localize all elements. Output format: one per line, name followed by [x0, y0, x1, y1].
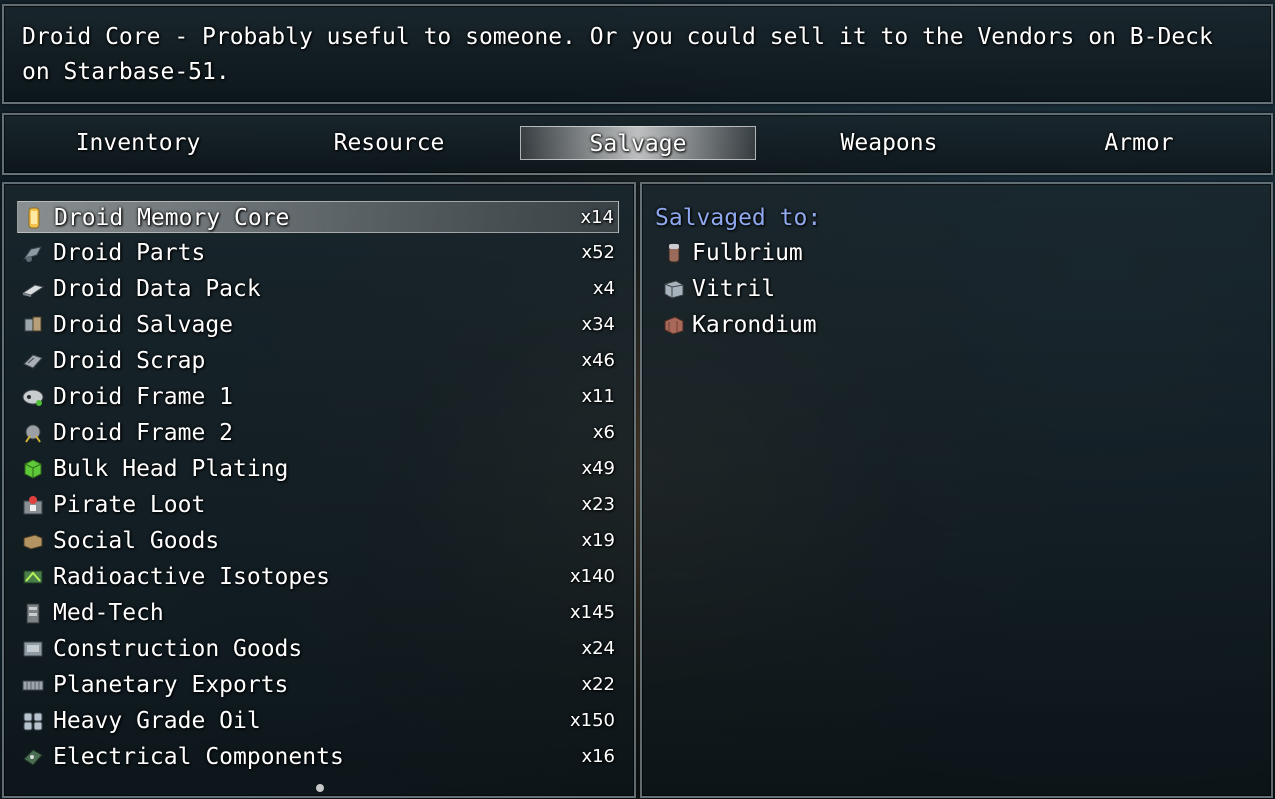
item-quantity: x14 [580, 207, 614, 228]
vitril-icon [661, 276, 687, 302]
item-quantity: x34 [581, 314, 615, 335]
list-item[interactable]: Electrical Components x16 [17, 741, 619, 773]
item-name: Heavy Grade Oil [53, 708, 261, 734]
data-pack-icon [20, 276, 46, 302]
item-name: Droid Frame 2 [53, 420, 234, 446]
droid-frame-2-icon [20, 420, 46, 446]
item-quantity: x4 [592, 278, 615, 299]
item-quantity: x24 [581, 638, 615, 659]
salvaged-to-header: Salvaged to: [655, 205, 822, 231]
tab-resource[interactable]: Resource [271, 126, 507, 160]
pirate-loot-icon [20, 492, 46, 518]
droid-salvage-icon [20, 312, 46, 338]
scroll-indicator[interactable] [316, 784, 324, 792]
med-tech-icon [20, 600, 46, 626]
list-item[interactable]: Bulk Head Plating x49 [17, 453, 619, 485]
list-item[interactable]: Med-Tech x145 [17, 597, 619, 629]
item-quantity: x150 [569, 710, 615, 731]
item-name: Social Goods [53, 528, 220, 554]
item-quantity: x23 [581, 494, 615, 515]
tab-weapons[interactable]: Weapons [771, 126, 1007, 160]
item-quantity: x140 [569, 566, 615, 587]
circuit-board-icon [20, 744, 46, 770]
item-name: Med-Tech [53, 600, 164, 626]
list-item[interactable]: Droid Parts x52 [17, 237, 619, 269]
item-name: Pirate Loot [53, 492, 206, 518]
droid-frame-icon [20, 384, 46, 410]
category-tabs: Inventory Resource Salvage Weapons Armor [2, 113, 1273, 175]
salvage-detail-panel: Salvaged to: Fulbrium Vitril Karondium [640, 182, 1273, 798]
list-item[interactable]: Droid Frame 2 x6 [17, 417, 619, 449]
list-item[interactable]: Social Goods x19 [17, 525, 619, 557]
item-name: Droid Data Pack [53, 276, 261, 302]
container-icon [20, 672, 46, 698]
item-quantity: x145 [569, 602, 615, 623]
item-name: Droid Parts [53, 240, 206, 266]
droid-scrap-icon [20, 348, 46, 374]
item-name: Electrical Components [53, 744, 344, 770]
list-item[interactable]: Heavy Grade Oil x150 [17, 705, 619, 737]
tab-armor[interactable]: Armor [1021, 126, 1257, 160]
canister-icon [661, 240, 687, 266]
item-list[interactable]: Droid Memory Core x14 Droid Parts x52 Dr… [2, 182, 636, 798]
crate-icon [20, 528, 46, 554]
item-quantity: x49 [581, 458, 615, 479]
result-name: Karondium [692, 312, 817, 338]
list-item[interactable]: Planetary Exports x22 [17, 669, 619, 701]
list-item[interactable]: Droid Scrap x46 [17, 345, 619, 377]
green-cube-icon [20, 456, 46, 482]
item-name: Construction Goods [53, 636, 303, 662]
list-item[interactable]: Radioactive Isotopes x140 [17, 561, 619, 593]
list-item[interactable]: Droid Memory Core x14 [17, 201, 619, 233]
item-description: Droid Core - Probably useful to someone.… [22, 24, 1213, 85]
item-name: Droid Salvage [53, 312, 234, 338]
oil-barrels-icon [20, 708, 46, 734]
item-name: Droid Memory Core [54, 205, 290, 231]
item-quantity: x11 [581, 386, 615, 407]
item-name: Droid Scrap [53, 348, 206, 374]
item-name: Bulk Head Plating [53, 456, 289, 482]
tab-inventory[interactable]: Inventory [20, 126, 256, 160]
list-item[interactable]: Droid Frame 1 x11 [17, 381, 619, 413]
item-name: Droid Frame 1 [53, 384, 234, 410]
construction-icon [20, 636, 46, 662]
isotope-icon [20, 564, 46, 590]
item-name: Radioactive Isotopes [53, 564, 330, 590]
item-quantity: x22 [581, 674, 615, 695]
list-item[interactable]: Pirate Loot x23 [17, 489, 619, 521]
help-window: Droid Core - Probably useful to someone.… [2, 4, 1273, 104]
droid-parts-icon [20, 240, 46, 266]
game-screen: Droid Core - Probably useful to someone.… [0, 0, 1275, 799]
karondium-crate-icon [661, 312, 687, 338]
list-item[interactable]: Droid Salvage x34 [17, 309, 619, 341]
result-name: Vitril [692, 276, 776, 302]
list-item[interactable]: Droid Data Pack x4 [17, 273, 619, 305]
item-quantity: x46 [581, 350, 615, 371]
item-quantity: x19 [581, 530, 615, 551]
item-quantity: x6 [592, 422, 615, 443]
item-quantity: x16 [581, 746, 615, 767]
list-item[interactable]: Construction Goods x24 [17, 633, 619, 665]
result-name: Fulbrium [692, 240, 803, 266]
tab-salvage[interactable]: Salvage [520, 126, 756, 160]
item-name: Planetary Exports [53, 672, 289, 698]
memory-core-icon [21, 205, 47, 231]
item-quantity: x52 [581, 242, 615, 263]
